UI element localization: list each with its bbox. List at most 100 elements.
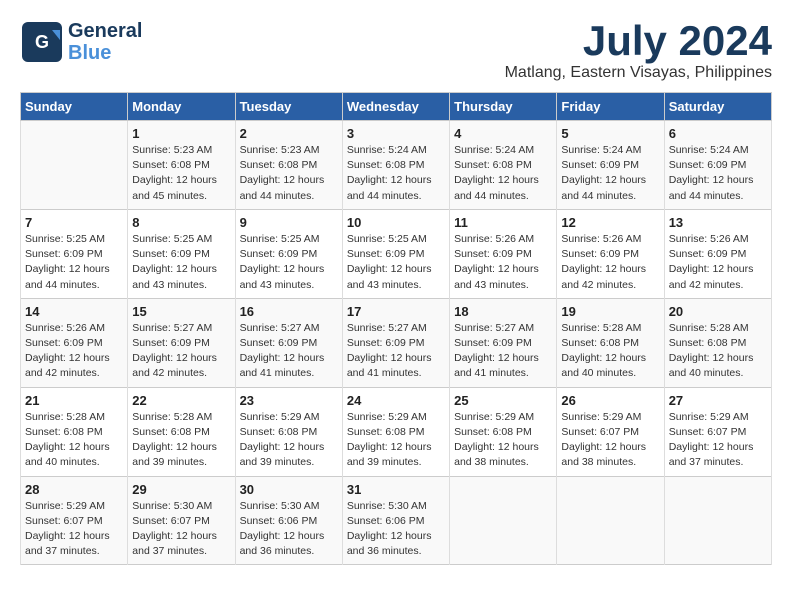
day-info: Sunrise: 5:26 AM Sunset: 6:09 PM Dayligh… xyxy=(454,232,552,293)
day-number: 23 xyxy=(240,393,338,408)
day-number: 11 xyxy=(454,215,552,230)
month-title: July 2024 xyxy=(505,20,772,62)
day-info: Sunrise: 5:24 AM Sunset: 6:09 PM Dayligh… xyxy=(561,143,659,204)
title-area: July 2024 Matlang, Eastern Visayas, Phil… xyxy=(505,20,772,82)
table-cell: 5 Sunrise: 5:24 AM Sunset: 6:09 PM Daylig… xyxy=(557,121,664,210)
day-info: Sunrise: 5:28 AM Sunset: 6:08 PM Dayligh… xyxy=(132,410,230,471)
table-cell: 10 Sunrise: 5:25 AM Sunset: 6:09 PM Dayli… xyxy=(342,209,449,298)
table-cell: 14Sunrise: 5:26 AM Sunset: 6:09 PM Dayli… xyxy=(21,298,128,387)
day-info: Sunrise: 5:30 AM Sunset: 6:06 PM Dayligh… xyxy=(240,499,338,560)
logo-text-line1: General xyxy=(68,20,142,42)
table-cell: 7Sunrise: 5:25 AM Sunset: 6:09 PM Daylig… xyxy=(21,209,128,298)
table-cell: 31 Sunrise: 5:30 AM Sunset: 6:06 PM Dayli… xyxy=(342,476,449,565)
day-number: 3 xyxy=(347,126,445,141)
table-cell xyxy=(450,476,557,565)
table-cell: 8 Sunrise: 5:25 AM Sunset: 6:09 PM Daylig… xyxy=(128,209,235,298)
day-info: Sunrise: 5:28 AM Sunset: 6:08 PM Dayligh… xyxy=(25,410,123,471)
table-cell: 16 Sunrise: 5:27 AM Sunset: 6:09 PM Dayli… xyxy=(235,298,342,387)
table-cell: 9 Sunrise: 5:25 AM Sunset: 6:09 PM Daylig… xyxy=(235,209,342,298)
day-number: 17 xyxy=(347,304,445,319)
table-cell: 1Sunrise: 5:23 AM Sunset: 6:08 PM Daylig… xyxy=(128,121,235,210)
table-cell: 20 Sunrise: 5:28 AM Sunset: 6:08 PM Dayli… xyxy=(664,298,771,387)
day-info: Sunrise: 5:24 AM Sunset: 6:08 PM Dayligh… xyxy=(347,143,445,204)
header-tuesday: Tuesday xyxy=(235,93,342,121)
day-info: Sunrise: 5:29 AM Sunset: 6:08 PM Dayligh… xyxy=(240,410,338,471)
day-info: Sunrise: 5:24 AM Sunset: 6:09 PM Dayligh… xyxy=(669,143,767,204)
table-cell: 15 Sunrise: 5:27 AM Sunset: 6:09 PM Dayli… xyxy=(128,298,235,387)
logo-icon: G xyxy=(20,20,64,64)
table-cell: 27Sunrise: 5:29 AM Sunset: 6:07 PM Dayli… xyxy=(664,387,771,476)
table-cell: 30Sunrise: 5:30 AM Sunset: 6:06 PM Dayli… xyxy=(235,476,342,565)
day-number: 4 xyxy=(454,126,552,141)
day-info: Sunrise: 5:26 AM Sunset: 6:09 PM Dayligh… xyxy=(669,232,767,293)
day-number: 29 xyxy=(132,482,230,497)
day-number: 31 xyxy=(347,482,445,497)
day-number: 18 xyxy=(454,304,552,319)
day-info: Sunrise: 5:30 AM Sunset: 6:07 PM Dayligh… xyxy=(132,499,230,560)
table-cell xyxy=(557,476,664,565)
day-info: Sunrise: 5:25 AM Sunset: 6:09 PM Dayligh… xyxy=(132,232,230,293)
day-number: 26 xyxy=(561,393,659,408)
day-info: Sunrise: 5:25 AM Sunset: 6:09 PM Dayligh… xyxy=(347,232,445,293)
day-number: 16 xyxy=(240,304,338,319)
day-number: 2 xyxy=(240,126,338,141)
table-cell: 22 Sunrise: 5:28 AM Sunset: 6:08 PM Dayli… xyxy=(128,387,235,476)
day-number: 6 xyxy=(669,126,767,141)
calendar-table: Sunday Monday Tuesday Wednesday Thursday… xyxy=(20,92,772,565)
logo-text-line2: Blue xyxy=(68,42,142,64)
table-cell: 28Sunrise: 5:29 AM Sunset: 6:07 PM Dayli… xyxy=(21,476,128,565)
day-number: 12 xyxy=(561,215,659,230)
table-cell: 4 Sunrise: 5:24 AM Sunset: 6:08 PM Daylig… xyxy=(450,121,557,210)
svg-text:G: G xyxy=(35,32,49,52)
header-saturday: Saturday xyxy=(664,93,771,121)
day-info: Sunrise: 5:24 AM Sunset: 6:08 PM Dayligh… xyxy=(454,143,552,204)
day-info: Sunrise: 5:27 AM Sunset: 6:09 PM Dayligh… xyxy=(347,321,445,382)
day-info: Sunrise: 5:28 AM Sunset: 6:08 PM Dayligh… xyxy=(669,321,767,382)
table-cell: 3 Sunrise: 5:24 AM Sunset: 6:08 PM Daylig… xyxy=(342,121,449,210)
day-number: 9 xyxy=(240,215,338,230)
header-monday: Monday xyxy=(128,93,235,121)
table-cell: 23 Sunrise: 5:29 AM Sunset: 6:08 PM Dayli… xyxy=(235,387,342,476)
day-info: Sunrise: 5:26 AM Sunset: 6:09 PM Dayligh… xyxy=(25,321,123,382)
day-number: 28 xyxy=(25,482,123,497)
table-cell: 19Sunrise: 5:28 AM Sunset: 6:08 PM Dayli… xyxy=(557,298,664,387)
day-info: Sunrise: 5:25 AM Sunset: 6:09 PM Dayligh… xyxy=(25,232,123,293)
day-number: 20 xyxy=(669,304,767,319)
day-info: Sunrise: 5:27 AM Sunset: 6:09 PM Dayligh… xyxy=(240,321,338,382)
day-number: 10 xyxy=(347,215,445,230)
day-info: Sunrise: 5:23 AM Sunset: 6:08 PM Dayligh… xyxy=(132,143,230,204)
day-info: Sunrise: 5:27 AM Sunset: 6:09 PM Dayligh… xyxy=(132,321,230,382)
table-cell: 2 Sunrise: 5:23 AM Sunset: 6:08 PM Daylig… xyxy=(235,121,342,210)
day-number: 19 xyxy=(561,304,659,319)
day-info: Sunrise: 5:25 AM Sunset: 6:09 PM Dayligh… xyxy=(240,232,338,293)
day-number: 15 xyxy=(132,304,230,319)
day-number: 22 xyxy=(132,393,230,408)
header-row: Sunday Monday Tuesday Wednesday Thursday… xyxy=(21,93,772,121)
day-info: Sunrise: 5:23 AM Sunset: 6:08 PM Dayligh… xyxy=(240,143,338,204)
table-cell: 24 Sunrise: 5:29 AM Sunset: 6:08 PM Dayli… xyxy=(342,387,449,476)
calendar-body: 1Sunrise: 5:23 AM Sunset: 6:08 PM Daylig… xyxy=(21,121,772,565)
table-row: 7Sunrise: 5:25 AM Sunset: 6:09 PM Daylig… xyxy=(21,209,772,298)
day-number: 27 xyxy=(669,393,767,408)
header-wednesday: Wednesday xyxy=(342,93,449,121)
table-row: 21Sunrise: 5:28 AM Sunset: 6:08 PM Dayli… xyxy=(21,387,772,476)
table-cell: 25 Sunrise: 5:29 AM Sunset: 6:08 PM Dayli… xyxy=(450,387,557,476)
location-title: Matlang, Eastern Visayas, Philippines xyxy=(505,64,772,82)
day-number: 25 xyxy=(454,393,552,408)
header: G General Blue July 2024 Matlang, Easter… xyxy=(20,20,772,82)
day-info: Sunrise: 5:29 AM Sunset: 6:08 PM Dayligh… xyxy=(454,410,552,471)
day-info: Sunrise: 5:30 AM Sunset: 6:06 PM Dayligh… xyxy=(347,499,445,560)
table-cell: 11 Sunrise: 5:26 AM Sunset: 6:09 PM Dayli… xyxy=(450,209,557,298)
table-cell: 29 Sunrise: 5:30 AM Sunset: 6:07 PM Dayli… xyxy=(128,476,235,565)
day-info: Sunrise: 5:27 AM Sunset: 6:09 PM Dayligh… xyxy=(454,321,552,382)
table-cell: 12Sunrise: 5:26 AM Sunset: 6:09 PM Dayli… xyxy=(557,209,664,298)
table-row: 1Sunrise: 5:23 AM Sunset: 6:08 PM Daylig… xyxy=(21,121,772,210)
day-number: 24 xyxy=(347,393,445,408)
table-cell: 13Sunrise: 5:26 AM Sunset: 6:09 PM Dayli… xyxy=(664,209,771,298)
header-sunday: Sunday xyxy=(21,93,128,121)
table-cell: 17 Sunrise: 5:27 AM Sunset: 6:09 PM Dayli… xyxy=(342,298,449,387)
header-thursday: Thursday xyxy=(450,93,557,121)
day-info: Sunrise: 5:29 AM Sunset: 6:08 PM Dayligh… xyxy=(347,410,445,471)
day-number: 8 xyxy=(132,215,230,230)
day-number: 5 xyxy=(561,126,659,141)
